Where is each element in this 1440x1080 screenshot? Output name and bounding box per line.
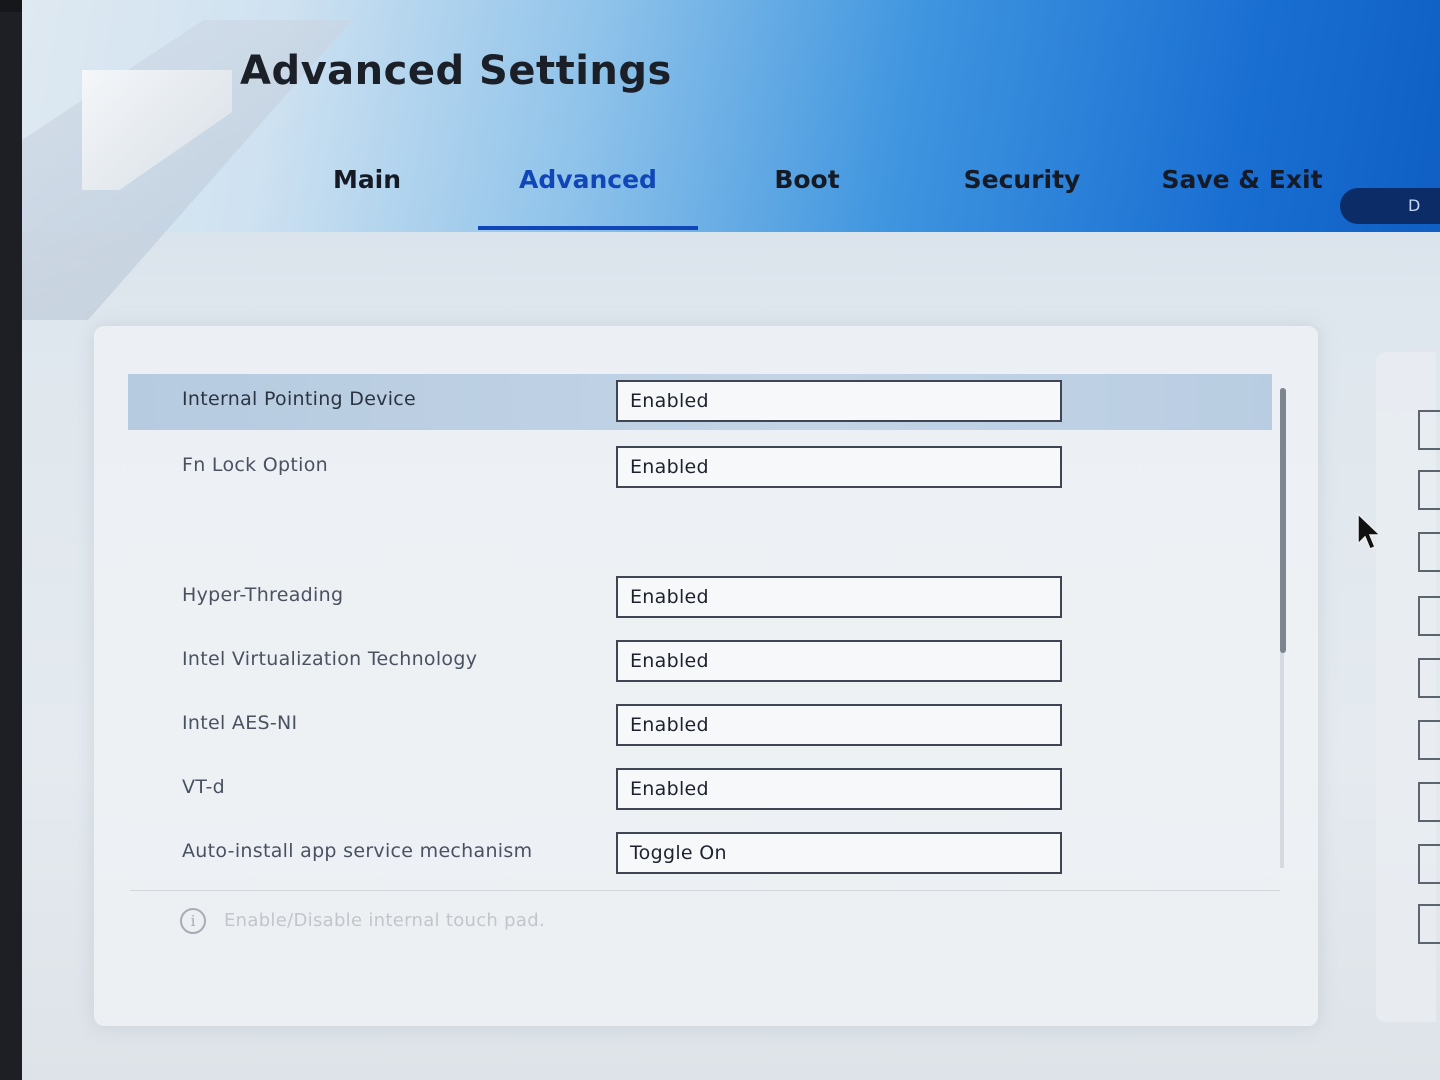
setting-value-select[interactable]: Enabled <box>616 768 1062 810</box>
setting-value-select[interactable]: Enabled <box>616 576 1062 618</box>
setting-row-intel-virtualization[interactable]: Intel Virtualization Technology Enabled <box>128 634 1272 690</box>
side-item[interactable] <box>1418 410 1440 450</box>
page-title: Advanced Settings <box>240 48 672 94</box>
setting-row-auto-install-app[interactable]: Auto-install app service mechanism Toggl… <box>128 826 1272 882</box>
tab-security[interactable]: Security <box>932 160 1112 226</box>
side-item[interactable] <box>1418 720 1440 760</box>
tab-bar: Main Advanced Boot Security Save & Exit <box>282 160 1440 230</box>
side-item[interactable] <box>1418 470 1440 510</box>
side-item[interactable] <box>1418 596 1440 636</box>
tab-save-exit[interactable]: Save & Exit <box>1152 160 1332 226</box>
mouse-pointer-icon <box>1357 512 1382 550</box>
scrollbar-thumb[interactable] <box>1280 388 1286 653</box>
setting-row-vt-d[interactable]: VT-d Enabled <box>128 762 1272 818</box>
setting-label: VT-d <box>182 776 225 798</box>
setting-label: Auto-install app service mechanism <box>182 840 533 862</box>
info-icon: i <box>180 908 206 934</box>
setting-label: Intel Virtualization Technology <box>182 648 478 670</box>
side-item[interactable] <box>1418 782 1440 822</box>
setting-label: Hyper-Threading <box>182 584 344 606</box>
setting-value-select[interactable]: Enabled <box>616 380 1062 422</box>
setting-row-fn-lock-option[interactable]: Fn Lock Option Enabled <box>128 440 1272 496</box>
setting-value-select[interactable]: Enabled <box>616 640 1062 682</box>
setting-row-intel-aes-ni[interactable]: Intel AES-NI Enabled <box>128 698 1272 754</box>
side-item[interactable] <box>1418 658 1440 698</box>
setting-value-select[interactable]: Enabled <box>616 446 1062 488</box>
setting-value-select[interactable]: Enabled <box>616 704 1062 746</box>
tab-advanced[interactable]: Advanced <box>478 160 698 230</box>
setting-label: Intel AES-NI <box>182 712 298 734</box>
setting-label: Fn Lock Option <box>182 454 328 476</box>
tab-main[interactable]: Main <box>282 160 452 226</box>
side-item[interactable] <box>1418 844 1440 884</box>
header-pill-button[interactable]: D <box>1340 188 1440 224</box>
setting-label: Internal Pointing Device <box>182 388 417 410</box>
setting-row-internal-pointing-device[interactable]: Internal Pointing Device Enabled <box>128 374 1272 430</box>
setting-row-hyper-threading[interactable]: Hyper-Threading Enabled <box>128 570 1272 626</box>
divider <box>130 890 1280 891</box>
side-item[interactable] <box>1418 532 1440 572</box>
help-description: Enable/Disable internal touch pad. <box>224 910 545 931</box>
setting-value-select[interactable]: Toggle On <box>616 832 1062 874</box>
side-item[interactable] <box>1418 904 1440 944</box>
tab-boot[interactable]: Boot <box>722 160 892 226</box>
